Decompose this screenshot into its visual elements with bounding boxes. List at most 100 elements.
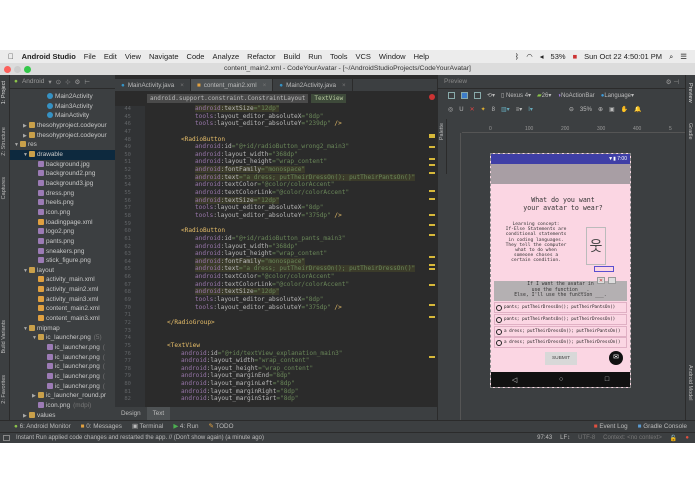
code-line[interactable]: 53 android:text="a dress; putTheirDressOn…: [115, 173, 427, 182]
code-line[interactable]: 59: [115, 220, 427, 228]
tree-item[interactable]: ic_launcher.png(: [10, 362, 115, 372]
tree-item[interactable]: ic_launcher.png(: [10, 382, 115, 392]
tree-item[interactable]: ▶ thesohyproject.codeyour: [10, 131, 115, 141]
zoom-in-icon[interactable]: ⊕: [598, 106, 603, 113]
tab-content-main2-xml[interactable]: ■ content_main2.xml ×: [190, 79, 274, 91]
hide-icon[interactable]: ⊢: [84, 78, 90, 86]
device-select[interactable]: ▯ Nexus 4▾: [501, 92, 531, 99]
design-view-icon[interactable]: [448, 92, 455, 99]
tree-item[interactable]: background2.png: [10, 169, 115, 179]
code-line[interactable]: 76 android:id="@+id/textView_explanation_…: [115, 350, 427, 358]
tree-item[interactable]: ic_launcher.png(: [10, 353, 115, 363]
menu-file[interactable]: File: [84, 52, 96, 61]
tree-item[interactable]: activity_main.xml: [10, 275, 115, 285]
wifi-icon[interactable]: ◠: [526, 52, 533, 62]
tree-item[interactable]: ▼ res: [10, 140, 115, 150]
code-line[interactable]: 75 <TextView: [115, 342, 427, 350]
delete-constraint-icon[interactable]: ✕: [597, 277, 605, 284]
guidelines-icon[interactable]: I▾: [528, 106, 533, 113]
code-line[interactable]: 50 android:layout_width="368dp": [115, 151, 427, 159]
menu-code[interactable]: Code: [187, 52, 205, 61]
code-line[interactable]: 58 tools:layout_editor_absoluteY="375dp" …: [115, 212, 427, 220]
home-icon[interactable]: ○: [559, 376, 563, 383]
flag-icon[interactable]: ■: [573, 52, 578, 62]
code-line[interactable]: 77 android:layout_width="wrap_content": [115, 357, 427, 365]
tree-item[interactable]: ▼ ic_launcher.png (5): [10, 333, 115, 343]
stripe-mark[interactable]: [429, 136, 435, 138]
theme-select[interactable]: ◑NoActionBar: [557, 93, 594, 99]
search-icon[interactable]: ⌕: [669, 52, 673, 62]
stripe-mark[interactable]: [429, 146, 435, 148]
code-line[interactable]: 57 tools:layout_editor_absoluteX="8dp": [115, 204, 427, 212]
todo-button[interactable]: ✎ TODO: [208, 423, 233, 430]
context[interactable]: Context: <no context>: [603, 435, 662, 442]
tree-item[interactable]: icon.png: [10, 208, 115, 218]
tree-item[interactable]: ic_launcher.png(: [10, 372, 115, 382]
zoom-window-button[interactable]: [24, 66, 31, 73]
tree-item[interactable]: activity_main3.xml: [10, 295, 115, 305]
close-icon[interactable]: ×: [342, 82, 346, 89]
code-line[interactable]: 62 android:layout_width="368dp": [115, 243, 427, 251]
code-line[interactable]: 46 tools:layout_editor_absoluteY="239dp" …: [115, 120, 427, 128]
code-line[interactable]: 81 android:layout_marginRight="8dp": [115, 388, 427, 396]
stripe-mark[interactable]: [429, 158, 435, 160]
code-line[interactable]: 69 tools:layout_editor_absoluteX="8dp": [115, 296, 427, 304]
radio-option-4[interactable]: a dress; putTheirDressOn(); putTheirDres…: [494, 337, 627, 348]
phone-preview[interactable]: ▼▮ 7:00 What do you want your avatar to …: [490, 153, 631, 388]
tree-item[interactable]: content_main3.xml: [10, 314, 115, 324]
notification-icon[interactable]: 🔔: [634, 106, 641, 113]
terminal-button[interactable]: ▣ Terminal: [132, 423, 163, 430]
breadcrumb-constraintlayout[interactable]: android.support.constraint.ConstraintLay…: [147, 94, 309, 103]
favorites-tool-tab[interactable]: 2: Favorites: [1, 375, 7, 404]
code-line[interactable]: 52 android:fontFamily="monospace": [115, 166, 427, 174]
code-line[interactable]: 70 tools:layout_editor_absoluteY="375dp" …: [115, 304, 427, 312]
code-line[interactable]: 63 android:layout_height="wrap_content": [115, 250, 427, 258]
code-line[interactable]: 44 android:textSize="12dp": [115, 105, 427, 113]
run-button[interactable]: ▶ 4: Run: [173, 423, 198, 430]
event-log-button[interactable]: ■ Event Log: [594, 423, 628, 430]
menu-view[interactable]: View: [125, 52, 141, 61]
lock-icon[interactable]: 🔓: [670, 435, 677, 442]
project-view-select[interactable]: Android: [22, 78, 44, 85]
baseline-icon[interactable]: [608, 277, 616, 284]
minimize-window-button[interactable]: [14, 66, 21, 73]
code-line[interactable]: 79 android:layout_marginEnd="8dp": [115, 372, 427, 380]
tree-item[interactable]: Main2Activity: [10, 92, 115, 102]
stripe-mark[interactable]: [429, 164, 435, 166]
code-line[interactable]: 56 android:textSize="12dp": [115, 196, 427, 205]
structure-tool-tab[interactable]: Z: Structure: [1, 127, 7, 156]
stripe-mark[interactable]: [429, 304, 435, 306]
tree-item[interactable]: content_main2.xml: [10, 304, 115, 314]
close-window-button[interactable]: [4, 66, 11, 73]
tree-item[interactable]: stick_figure.png: [10, 256, 115, 266]
tree-item[interactable]: sneakers.png: [10, 247, 115, 257]
radio-option-3[interactable]: a dress; putTheirDressOn(); putTheirPant…: [494, 326, 627, 337]
preview-tool-tab[interactable]: Preview: [687, 83, 693, 103]
margin-icon[interactable]: 8: [492, 107, 495, 113]
code-line[interactable]: 54 android:textColor="@color/colorAccent": [115, 181, 427, 189]
api-select[interactable]: ▰26▾: [537, 92, 551, 99]
stick-figure-image[interactable]: 웃: [586, 227, 606, 265]
code-line[interactable]: 72 </RadioGroup>: [115, 319, 427, 327]
chevron-down-icon[interactable]: ▾: [48, 78, 51, 86]
close-icon[interactable]: ×: [180, 82, 184, 89]
code-line[interactable]: 78 android:layout_height="wrap_content": [115, 365, 427, 373]
radio-option-2[interactable]: pants; putTheirPantsOn(); putTheirDressO…: [494, 314, 627, 325]
stripe-mark[interactable]: [429, 198, 435, 200]
tree-item[interactable]: dress.png: [10, 189, 115, 199]
android-monitor-button[interactable]: ● 6: Android Monitor: [14, 423, 71, 430]
tree-item[interactable]: logo2.png: [10, 227, 115, 237]
code-line[interactable]: 80 android:layout_marginLeft="8dp": [115, 380, 427, 388]
tree-item[interactable]: ▼ drawable: [10, 149, 115, 160]
tab-mainactivity-java[interactable]: ● MainActivity.java ×: [115, 79, 191, 91]
code-line[interactable]: 82 android:layout_marginStart="8dp": [115, 395, 427, 403]
bluetooth-icon[interactable]: ᛒ: [515, 52, 520, 62]
menu-build[interactable]: Build: [284, 52, 301, 61]
menu-tools[interactable]: Tools: [330, 52, 348, 61]
tree-item[interactable]: ▶ values: [10, 411, 115, 420]
menu-refactor[interactable]: Refactor: [247, 52, 275, 61]
apple-icon[interactable]: : [8, 52, 14, 61]
captures-tool-tab[interactable]: Captures: [1, 177, 7, 199]
menu-edit[interactable]: Edit: [104, 52, 117, 61]
clear-constraints-icon[interactable]: ✕: [470, 106, 475, 113]
